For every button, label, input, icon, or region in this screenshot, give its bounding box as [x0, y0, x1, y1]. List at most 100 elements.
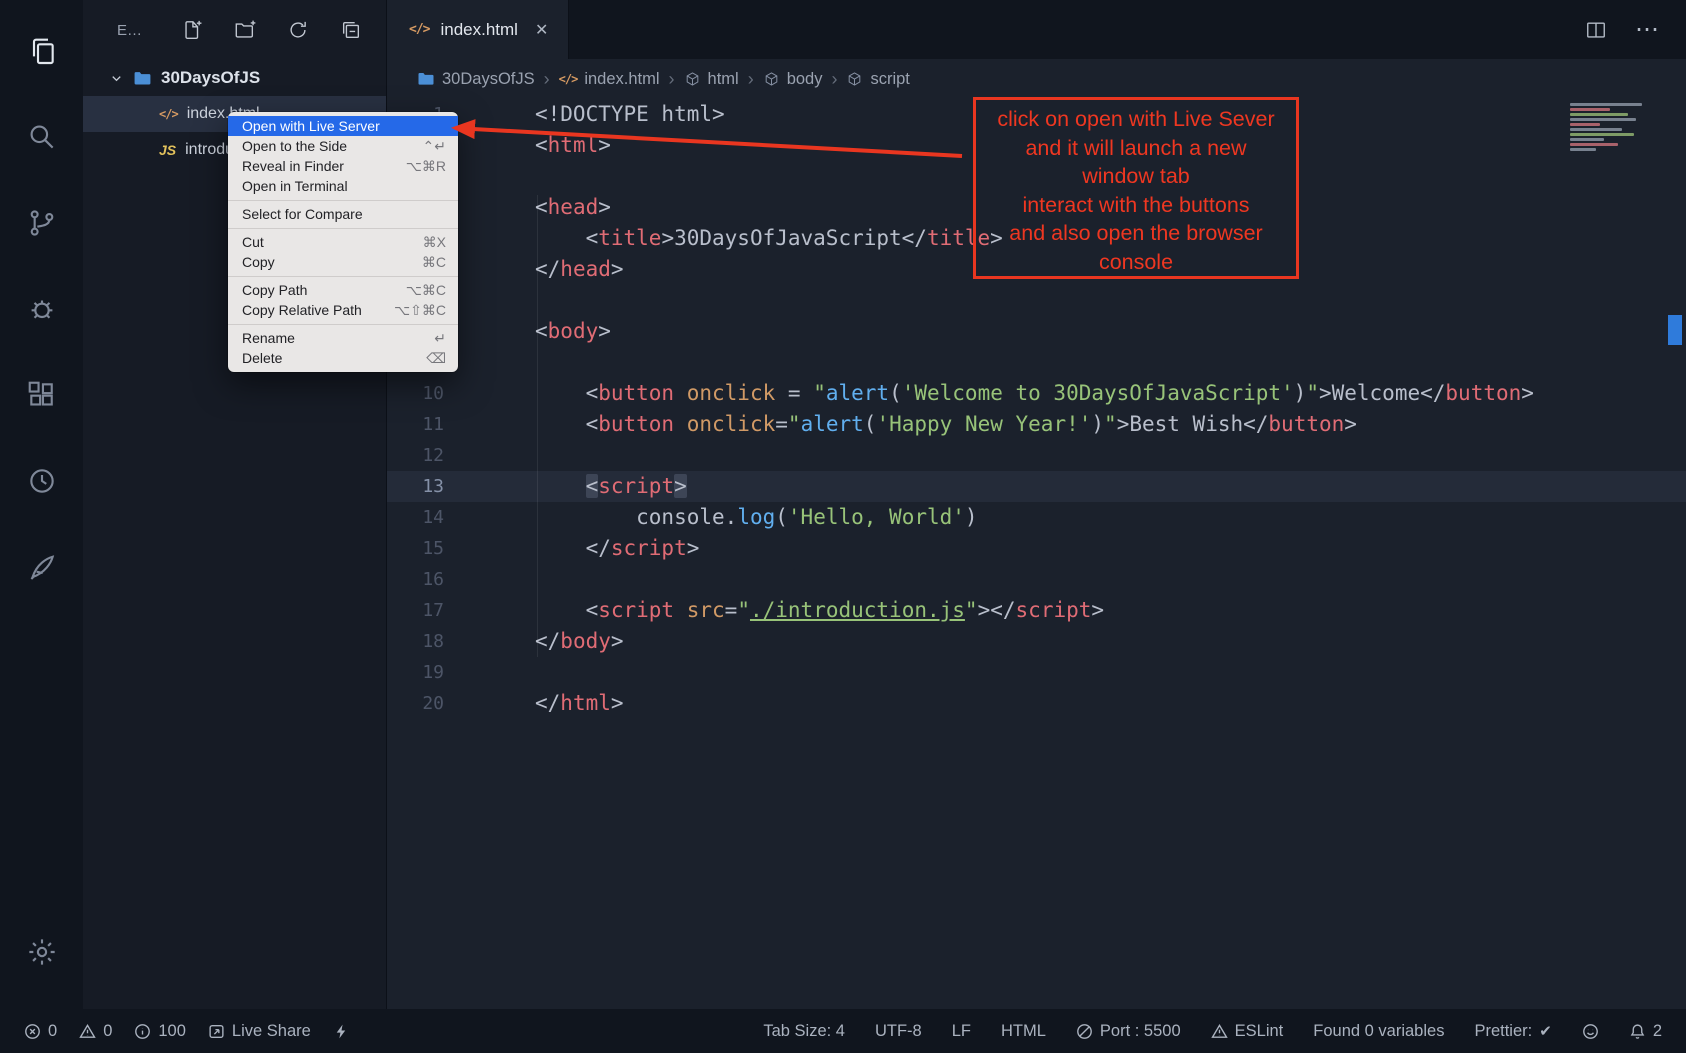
more-actions-icon[interactable]: ⋯	[1635, 15, 1660, 44]
code-text: </html>	[462, 688, 624, 719]
live-share-button[interactable]: Live Share	[208, 1022, 311, 1041]
activity-bar	[0, 0, 83, 1009]
code-line[interactable]: 20</html>	[387, 688, 1686, 719]
breadcrumb-item-body[interactable]: body	[763, 70, 823, 89]
new-file-icon[interactable]	[181, 19, 203, 41]
code-token: alert	[826, 381, 889, 405]
code-line[interactable]: 9	[387, 347, 1686, 378]
breadcrumb-item-html[interactable]: html	[684, 70, 739, 89]
line-number: 14	[387, 502, 462, 533]
project-folder-label: 30DaysOfJS	[161, 68, 260, 88]
code-line[interactable]: 16	[387, 564, 1686, 595]
menu-item-copy-path[interactable]: Copy Path⌥⌘C	[228, 280, 458, 300]
refresh-icon[interactable]	[287, 19, 309, 41]
feedback-smiley[interactable]	[1582, 1023, 1599, 1040]
code-token: log	[737, 505, 775, 529]
code-line[interactable]: 12	[387, 440, 1686, 471]
line-number: 10	[387, 378, 462, 409]
minimap[interactable]	[1570, 103, 1658, 153]
menu-separator	[228, 324, 458, 325]
warning-icon	[79, 1023, 96, 1040]
minimap-line	[1570, 118, 1636, 121]
breadcrumb: 30DaysOfJS › </> index.html › html › bod…	[387, 59, 1686, 99]
code-line[interactable]: 11 <button onclick="alert('Happy New Yea…	[387, 409, 1686, 440]
eol-indicator[interactable]: LF	[952, 1022, 971, 1041]
code-line[interactable]: 8<body>	[387, 316, 1686, 347]
search-icon[interactable]	[0, 94, 83, 180]
problems-errors[interactable]: 0	[24, 1022, 57, 1041]
code-token: (	[775, 505, 788, 529]
bolt-icon	[333, 1023, 350, 1040]
symbol-cube-icon	[684, 71, 701, 88]
code-token: src	[687, 598, 725, 622]
vscode-window: E… 30DaysOfJS </> index.html JS introduc…	[0, 0, 1686, 1053]
explorer-icon[interactable]	[0, 8, 83, 94]
line-number: 13	[387, 471, 462, 502]
menu-item-delete[interactable]: Delete⌫	[228, 348, 458, 368]
line-number: 19	[387, 657, 462, 688]
code-line[interactable]: 13 <script>	[387, 471, 1686, 502]
code-token: )	[1294, 381, 1307, 405]
code-token: </	[535, 257, 560, 281]
code-token: button	[598, 412, 674, 436]
notifications-bell[interactable]: 2	[1629, 1022, 1662, 1041]
code-token: <	[535, 133, 548, 157]
live-server-bolt[interactable]	[333, 1023, 350, 1040]
code-token	[535, 474, 586, 498]
split-editor-icon[interactable]	[1585, 19, 1607, 41]
line-number: 16	[387, 564, 462, 595]
source-control-icon[interactable]	[0, 180, 83, 266]
encoding-indicator[interactable]: UTF-8	[875, 1022, 922, 1041]
menu-item-cut[interactable]: Cut⌘X	[228, 232, 458, 252]
code-line[interactable]: 18</body>	[387, 626, 1686, 657]
debug-icon[interactable]	[0, 266, 83, 352]
code-line[interactable]: 7	[387, 285, 1686, 316]
minimap-line	[1570, 128, 1622, 131]
info-status[interactable]: 100	[134, 1022, 186, 1041]
menu-item-rename[interactable]: Rename↵	[228, 328, 458, 348]
live-share-icon	[208, 1023, 225, 1040]
menu-item-copy-relative-path[interactable]: Copy Relative Path⌥⇧⌘C	[228, 300, 458, 320]
tab-size-indicator[interactable]: Tab Size: 4	[763, 1022, 845, 1041]
chevron-right-icon: ›	[544, 69, 550, 90]
close-icon[interactable]: ✕	[535, 20, 548, 40]
settings-gear-icon[interactable]	[0, 909, 83, 995]
eslint-status[interactable]: ESLint	[1211, 1022, 1284, 1041]
code-text	[462, 161, 535, 192]
breadcrumb-item-project[interactable]: 30DaysOfJS	[417, 70, 535, 89]
breadcrumb-item-script[interactable]: script	[846, 70, 909, 89]
menu-item-open-to-the-side[interactable]: Open to the Side⌃↵	[228, 136, 458, 156]
symbol-cube-icon	[763, 71, 780, 88]
code-text: <title>30DaysOfJavaScript</title>	[462, 223, 1003, 254]
breadcrumb-item-file[interactable]: </> index.html	[559, 70, 660, 89]
code-line[interactable]: 19	[387, 657, 1686, 688]
menu-item-select-for-compare[interactable]: Select for Compare	[228, 204, 458, 224]
code-token: >	[1091, 598, 1104, 622]
menu-item-open-in-terminal[interactable]: Open in Terminal	[228, 176, 458, 196]
code-token: >	[1344, 412, 1357, 436]
new-folder-icon[interactable]	[234, 19, 256, 41]
code-line[interactable]: 17 <script src="./introduction.js"></scr…	[387, 595, 1686, 626]
variables-status[interactable]: Found 0 variables	[1313, 1022, 1444, 1041]
scrollbar-decoration[interactable]	[1668, 315, 1682, 345]
smiley-icon	[1582, 1023, 1599, 1040]
code-line[interactable]: 15 </script>	[387, 533, 1686, 564]
breadcrumb-label: 30DaysOfJS	[442, 70, 535, 89]
history-icon[interactable]	[0, 438, 83, 524]
menu-item-copy[interactable]: Copy⌘C	[228, 252, 458, 272]
problems-warnings[interactable]: 0	[79, 1022, 112, 1041]
tab-index-html[interactable]: </> index.html ✕	[387, 0, 569, 59]
notification-count: 2	[1653, 1022, 1662, 1041]
menu-item-reveal-in-finder[interactable]: Reveal in Finder⌥⌘R	[228, 156, 458, 176]
language-indicator[interactable]: HTML	[1001, 1022, 1046, 1041]
prettier-status[interactable]: Prettier: ✔	[1474, 1022, 1551, 1041]
code-line[interactable]: 10 <button onclick = "alert('Welcome to …	[387, 378, 1686, 409]
code-token: )	[1091, 412, 1104, 436]
project-folder-row[interactable]: 30DaysOfJS	[83, 60, 386, 96]
pen-icon[interactable]	[0, 524, 83, 610]
menu-item-open-with-live-server[interactable]: Open with Live Server	[228, 116, 458, 136]
collapse-all-icon[interactable]	[340, 19, 362, 41]
port-indicator[interactable]: Port : 5500	[1076, 1022, 1181, 1041]
code-line[interactable]: 14 console.log('Hello, World')	[387, 502, 1686, 533]
extensions-icon[interactable]	[0, 352, 83, 438]
